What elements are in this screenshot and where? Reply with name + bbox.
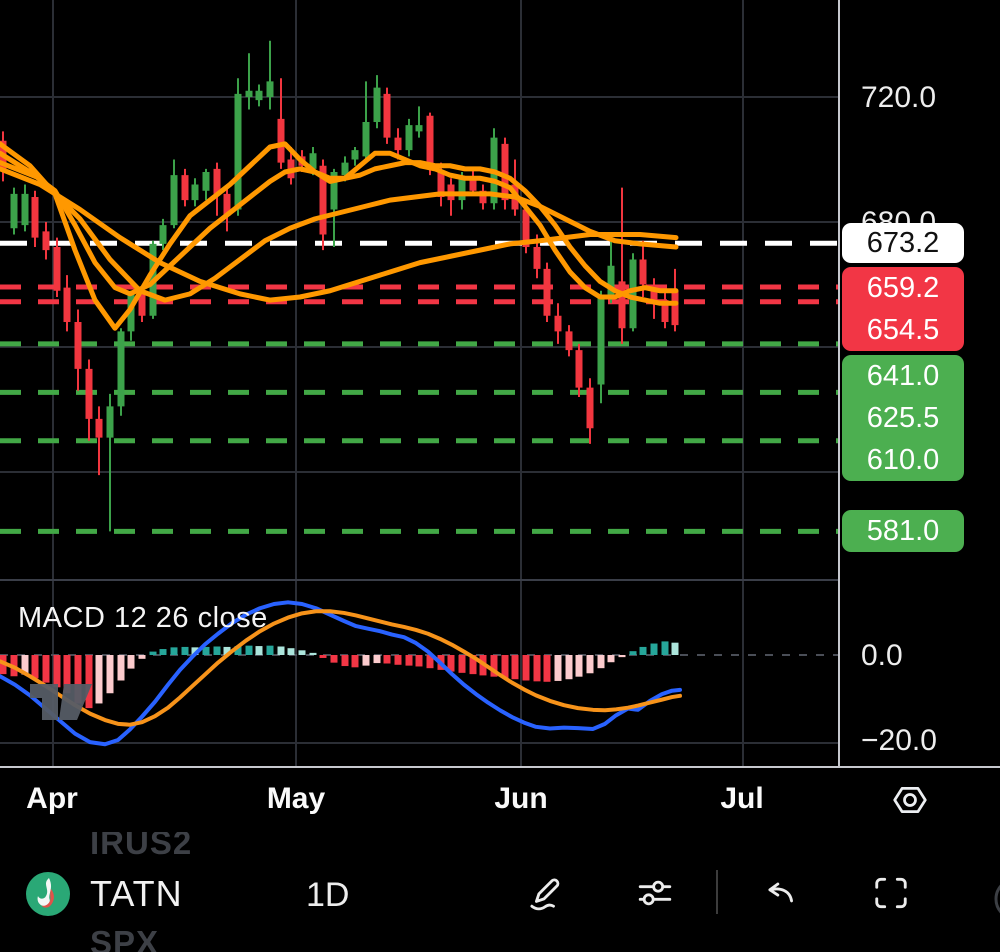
macd-indicator-label: MACD 12 26 close: [18, 602, 268, 634]
fullscreen-brackets-icon: [875, 877, 907, 909]
price-level-badge[interactable]: 654.5: [842, 309, 964, 352]
tatneft-logo-icon: [24, 870, 72, 918]
price-level-badge[interactable]: 659.2: [842, 267, 964, 310]
x-axis-label: May: [266, 782, 326, 815]
indicator-settings-button[interactable]: [636, 874, 674, 912]
price-level-badge[interactable]: 610.0: [842, 439, 964, 482]
x-axis-label: Jul: [720, 782, 764, 815]
trading-app-screen: MACD 12 26 close 720.0680.00.0−20.0673.2…: [0, 0, 1000, 952]
price-level-badge[interactable]: 641.0: [842, 355, 964, 398]
price-axis-tick: 720.0: [861, 81, 937, 114]
x-axis-label: Apr: [26, 782, 78, 815]
time-axis[interactable]: Apr May Jun Jul: [0, 766, 1000, 832]
symbol-label: TATN: [90, 873, 183, 914]
watchlist-ghost-item-above[interactable]: IRUS2: [90, 832, 192, 862]
axis-settings-hexagon-icon[interactable]: [891, 783, 929, 817]
tradingview-logo-icon: [26, 674, 96, 730]
candlestick-macd-chart[interactable]: [0, 0, 838, 766]
draw-tool-button[interactable]: [525, 874, 563, 912]
price-axis[interactable]: 720.0680.00.0−20.0673.2659.2654.5641.062…: [838, 0, 1000, 832]
symbol-button[interactable]: TATN: [24, 870, 183, 918]
toolbar-divider: [716, 870, 718, 914]
price-axis-tick: −20.0: [861, 724, 937, 757]
pencil-icon: [530, 878, 560, 911]
interval-button[interactable]: 1D: [306, 876, 349, 915]
price-axis-tick: 0.0: [861, 639, 903, 672]
undo-button[interactable]: [762, 874, 800, 912]
chart-canvas[interactable]: MACD 12 26 close: [0, 0, 838, 766]
sliders-icon: [638, 880, 672, 906]
price-level-badge[interactable]: 581.0: [842, 510, 964, 553]
x-axis-label: Jun: [494, 782, 548, 815]
watchlist-ghost-item-below[interactable]: SPX: [90, 924, 159, 952]
fullscreen-button[interactable]: [872, 874, 910, 912]
bottom-toolbar: IRUS2 SPX TATN 1D: [0, 832, 1000, 952]
price-level-badge[interactable]: 673.2: [842, 223, 964, 264]
price-level-badge[interactable]: 625.5: [842, 397, 964, 440]
undo-arrow-icon: [768, 882, 793, 903]
edge-partial-icon: [988, 874, 1000, 924]
